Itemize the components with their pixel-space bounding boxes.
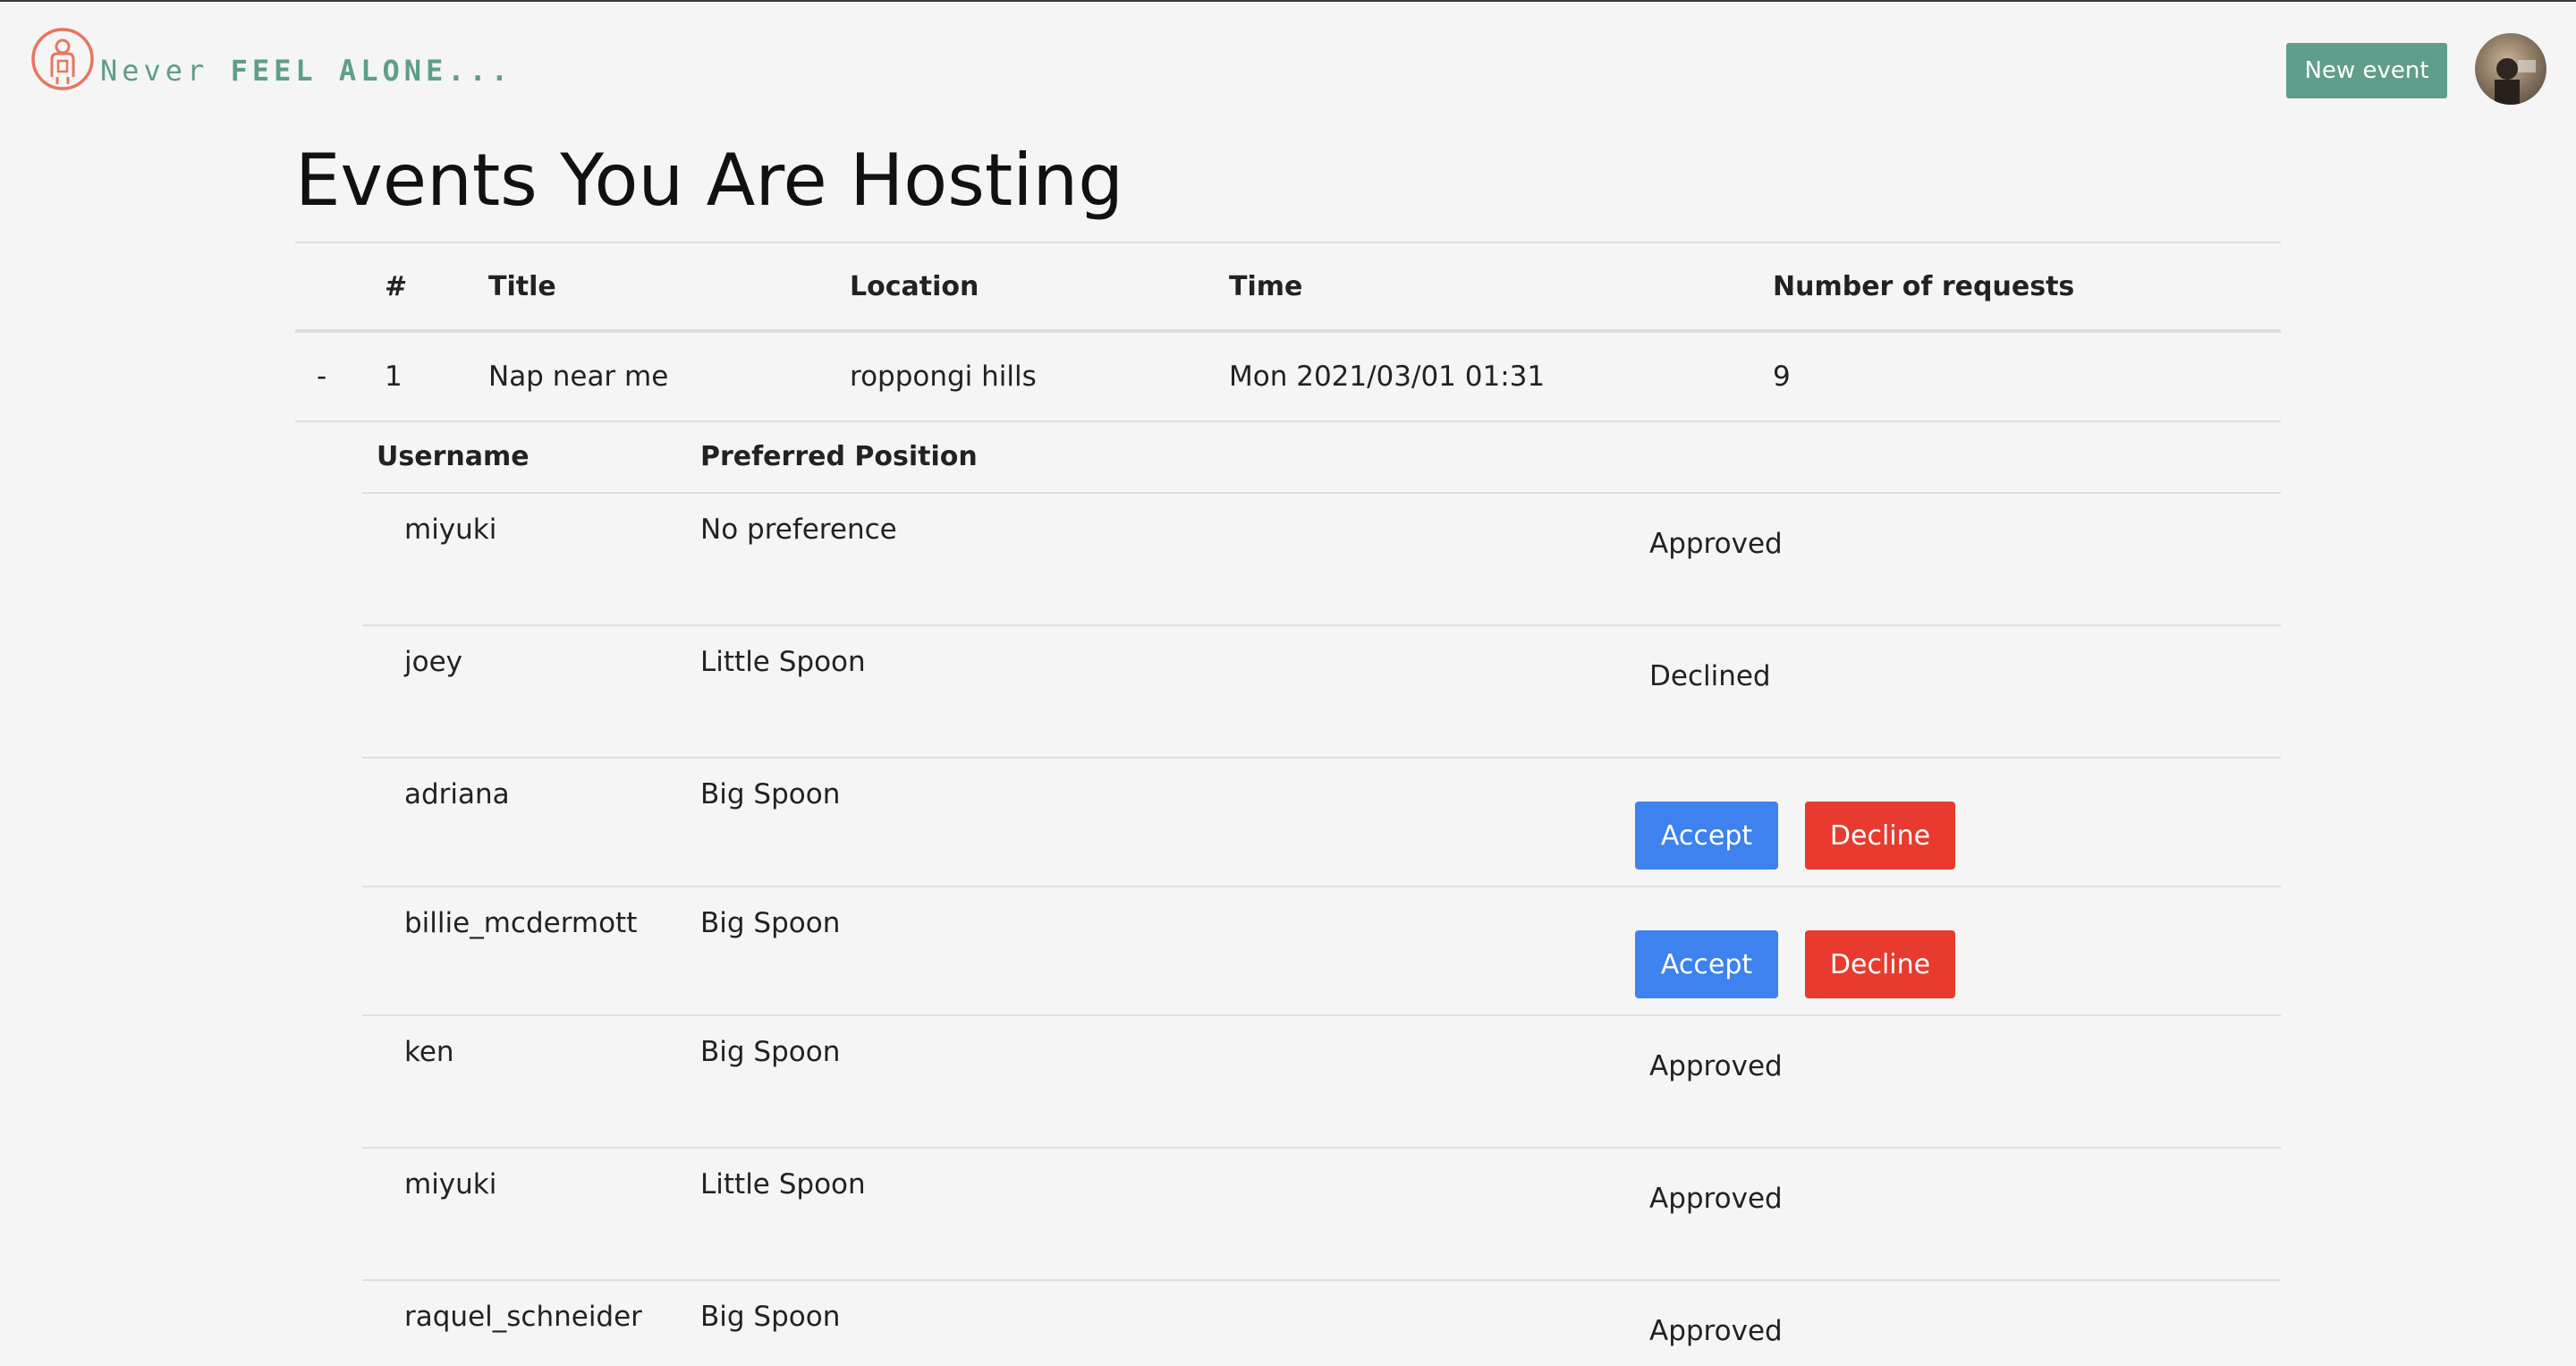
request-position: Little Spoon [686,625,1635,759]
column-header-location: Location [850,242,1229,333]
collapse-toggle[interactable]: - [295,331,385,422]
request-username: raquel_schneider [362,1280,686,1366]
event-number: 1 [385,331,488,422]
brand-name[interactable]: Never FEEL ALONE... [100,54,513,88]
decline-button[interactable]: Decline [1805,802,1955,870]
request-row: billie_mcdermott Big Spoon Accept Decline [362,887,2281,1016]
event-time: Mon 2021/03/01 01:31 [1229,331,1773,422]
decline-button[interactable]: Decline [1805,930,1955,998]
request-username: joey [362,625,686,759]
request-status: Approved [1649,1315,1783,1347]
request-position: Big Spoon [686,1280,1635,1366]
request-status: Approved [1649,1050,1783,1082]
column-header-action [1635,420,2281,494]
brand-prefix: Never [100,54,231,88]
requests-table: Username Preferred Position miyuki No pr… [362,420,2281,1366]
request-position: Big Spoon [686,887,1635,1016]
request-row: joey Little Spoon Declined [362,625,2281,759]
events-table: # Title Location Time Number of requests… [295,242,2281,422]
column-header-title: Title [488,242,850,333]
request-username: miyuki [362,1148,686,1281]
request-status: Declined [1649,660,1771,692]
request-username: miyuki [362,493,686,626]
column-header-requests: Number of requests [1773,242,2281,333]
request-position: Big Spoon [686,1015,1635,1149]
request-status: Approved [1649,1183,1783,1215]
accept-button[interactable]: Accept [1635,802,1778,870]
navbar: Never FEEL ALONE... New event [0,2,2576,136]
event-location: roppongi hills [850,331,1229,422]
page-title: Events You Are Hosting [295,139,1123,222]
event-title: Nap near me [488,331,850,422]
new-event-button[interactable]: New event [2286,43,2447,98]
request-username: ken [362,1015,686,1149]
request-username: billie_mcdermott [362,887,686,1016]
request-status: Approved [1649,528,1783,560]
request-position: Little Spoon [686,1148,1635,1281]
request-row: raquel_schneider Big Spoon Approved [362,1280,2281,1366]
events-header-row: # Title Location Time Number of requests [295,242,2281,333]
request-row: ken Big Spoon Approved [362,1015,2281,1149]
accept-button[interactable]: Accept [1635,930,1778,998]
request-position: No preference [686,493,1635,626]
column-header-time: Time [1229,242,1773,333]
event-row[interactable]: - 1 Nap near me roppongi hills Mon 2021/… [295,331,2281,422]
column-header-position: Preferred Position [686,420,1635,494]
column-header-username: Username [362,420,686,494]
logo-icon[interactable] [30,27,95,91]
brand-bold: FEEL ALONE... [230,54,513,88]
request-row: miyuki No preference Approved [362,493,2281,626]
event-request-count: 9 [1773,331,2281,422]
column-header-toggle [295,242,385,333]
request-username: adriana [362,758,686,887]
column-header-number: # [385,242,488,333]
avatar-photo-icon [2495,58,2536,105]
requests-header-row: Username Preferred Position [362,420,2281,494]
request-row: adriana Big Spoon Accept Decline [362,758,2281,887]
request-row: miyuki Little Spoon Approved [362,1148,2281,1281]
request-position: Big Spoon [686,758,1635,887]
avatar[interactable] [2475,33,2546,105]
